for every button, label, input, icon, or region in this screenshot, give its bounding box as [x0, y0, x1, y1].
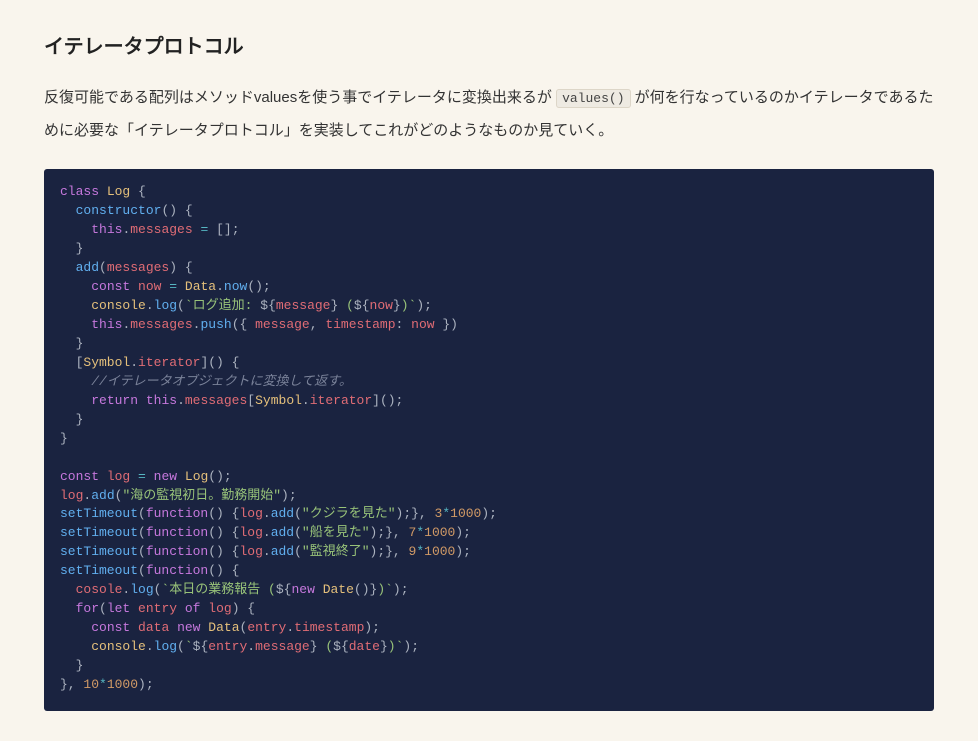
paragraph-text-before: 反復可能である配列はメソッドvaluesを使う事でイテレータに変換出来るが — [44, 89, 556, 106]
code-content: class Log { constructor() { this.message… — [60, 184, 497, 692]
inline-code: values() — [556, 89, 630, 108]
section-heading: イテレータプロトコル — [44, 30, 934, 59]
intro-paragraph: 反復可能である配列はメソッドvaluesを使う事でイテレータに変換出来るが va… — [44, 81, 934, 147]
code-block[interactable]: class Log { constructor() { this.message… — [44, 169, 934, 711]
